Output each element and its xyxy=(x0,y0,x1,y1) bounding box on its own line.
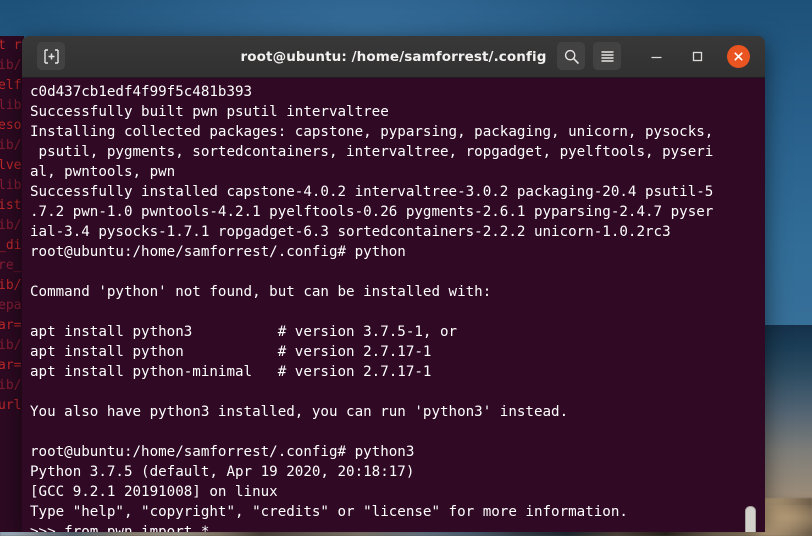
background-terminal-line: eso xyxy=(0,118,22,133)
background-terminal-line: ib/ xyxy=(0,338,22,353)
terminal-line: al, pwntools, pwn xyxy=(30,164,176,180)
background-terminal-line: ib/ xyxy=(0,138,22,153)
background-terminal-window[interactable]: t rib/elf.lib/esoib/lvelib/istib/_dire_i… xyxy=(0,36,24,532)
terminal-titlebar[interactable]: root@ubuntu: /home/samforrest/.config xyxy=(22,36,765,78)
background-terminal-line: ib/ xyxy=(0,218,22,233)
terminal-line: ial-3.4 pysocks-1.7.1 ropgadget-6.3 sort… xyxy=(30,224,671,240)
background-terminal-line: ib/ xyxy=(0,58,22,73)
search-button[interactable] xyxy=(557,42,585,70)
terminal-output: c0d437cb1edf4f99f5c481b393 Successfully b… xyxy=(22,82,765,532)
minimize-button[interactable] xyxy=(642,42,670,70)
background-terminal-line: ib/ xyxy=(0,278,22,293)
terminal-line: .7.2 pwn-1.0 pwntools-4.2.1 pyelftools-0… xyxy=(30,204,714,220)
hamburger-menu-icon xyxy=(600,50,614,62)
background-terminal-line: elf. xyxy=(0,78,24,93)
background-terminal-text: t rib/elf.lib/esoib/lvelib/istib/_dire_i… xyxy=(0,36,24,416)
terminal-line: Python 3.7.5 (default, Apr 19 2020, 20:1… xyxy=(30,464,415,480)
background-terminal-line: lib/ xyxy=(0,98,24,113)
terminal-line: psutil, pygments, sortedcontainers, inte… xyxy=(30,144,714,160)
terminal-line: Successfully installed capstone-4.0.2 in… xyxy=(30,184,714,200)
background-terminal-line: epa xyxy=(0,298,22,313)
terminal-line: apt install python3 # version 3.7.5-1, o… xyxy=(30,324,458,340)
background-terminal-line: lib/ xyxy=(0,178,24,193)
close-button[interactable] xyxy=(724,42,752,70)
terminal-line: root@ubuntu:/home/samforrest/.config# py… xyxy=(30,244,406,260)
terminal-line: root@ubuntu:/home/samforrest/.config# py… xyxy=(30,444,415,460)
terminal-line: [GCC 9.2.1 20191008] on linux xyxy=(30,484,278,500)
new-terminal-tab-icon xyxy=(43,48,59,64)
terminal-line: Type "help", "copyright", "credits" or "… xyxy=(30,504,628,520)
background-terminal-line: lve xyxy=(0,158,22,173)
background-terminal-line: _di xyxy=(0,238,22,253)
background-terminal-line: t r xyxy=(0,38,22,53)
terminal-line: Installing collected packages: capstone,… xyxy=(30,124,714,140)
search-icon xyxy=(564,49,579,64)
background-terminal-line: url xyxy=(0,398,22,413)
close-icon xyxy=(733,51,743,61)
terminal-window[interactable]: root@ubuntu: /home/samforrest/.config c0… xyxy=(22,36,765,532)
background-terminal-line: ist xyxy=(0,198,22,213)
maximize-icon xyxy=(692,51,702,61)
terminal-line: apt install python # version 2.7.17-1 xyxy=(30,344,432,360)
hamburger-menu-button[interactable] xyxy=(593,42,621,70)
close-button-circle xyxy=(726,44,750,68)
terminal-screen[interactable]: c0d437cb1edf4f99f5c481b393 Successfully b… xyxy=(22,78,765,532)
background-terminal-line: ar= xyxy=(0,318,22,333)
background-terminal-line: re_ xyxy=(0,258,22,273)
maximize-button[interactable] xyxy=(683,42,711,70)
terminal-line: You also have python3 installed, you can… xyxy=(30,404,569,420)
terminal-line: >>> from pwn import * xyxy=(30,524,210,532)
new-terminal-tab-button[interactable] xyxy=(37,42,65,70)
terminal-scrollbar-track[interactable] xyxy=(745,78,761,532)
terminal-line: Successfully built pwn psutil intervaltr… xyxy=(30,104,389,120)
terminal-line: Command 'python' not found, but can be i… xyxy=(30,284,492,300)
terminal-line: apt install python-minimal # version 2.7… xyxy=(30,364,432,380)
background-terminal-line: ar= xyxy=(0,358,22,373)
background-terminal-line: ib/ xyxy=(0,378,22,393)
minimize-icon xyxy=(650,56,662,58)
terminal-scrollbar-thumb[interactable] xyxy=(745,506,756,532)
terminal-line: c0d437cb1edf4f99f5c481b393 xyxy=(30,84,253,100)
